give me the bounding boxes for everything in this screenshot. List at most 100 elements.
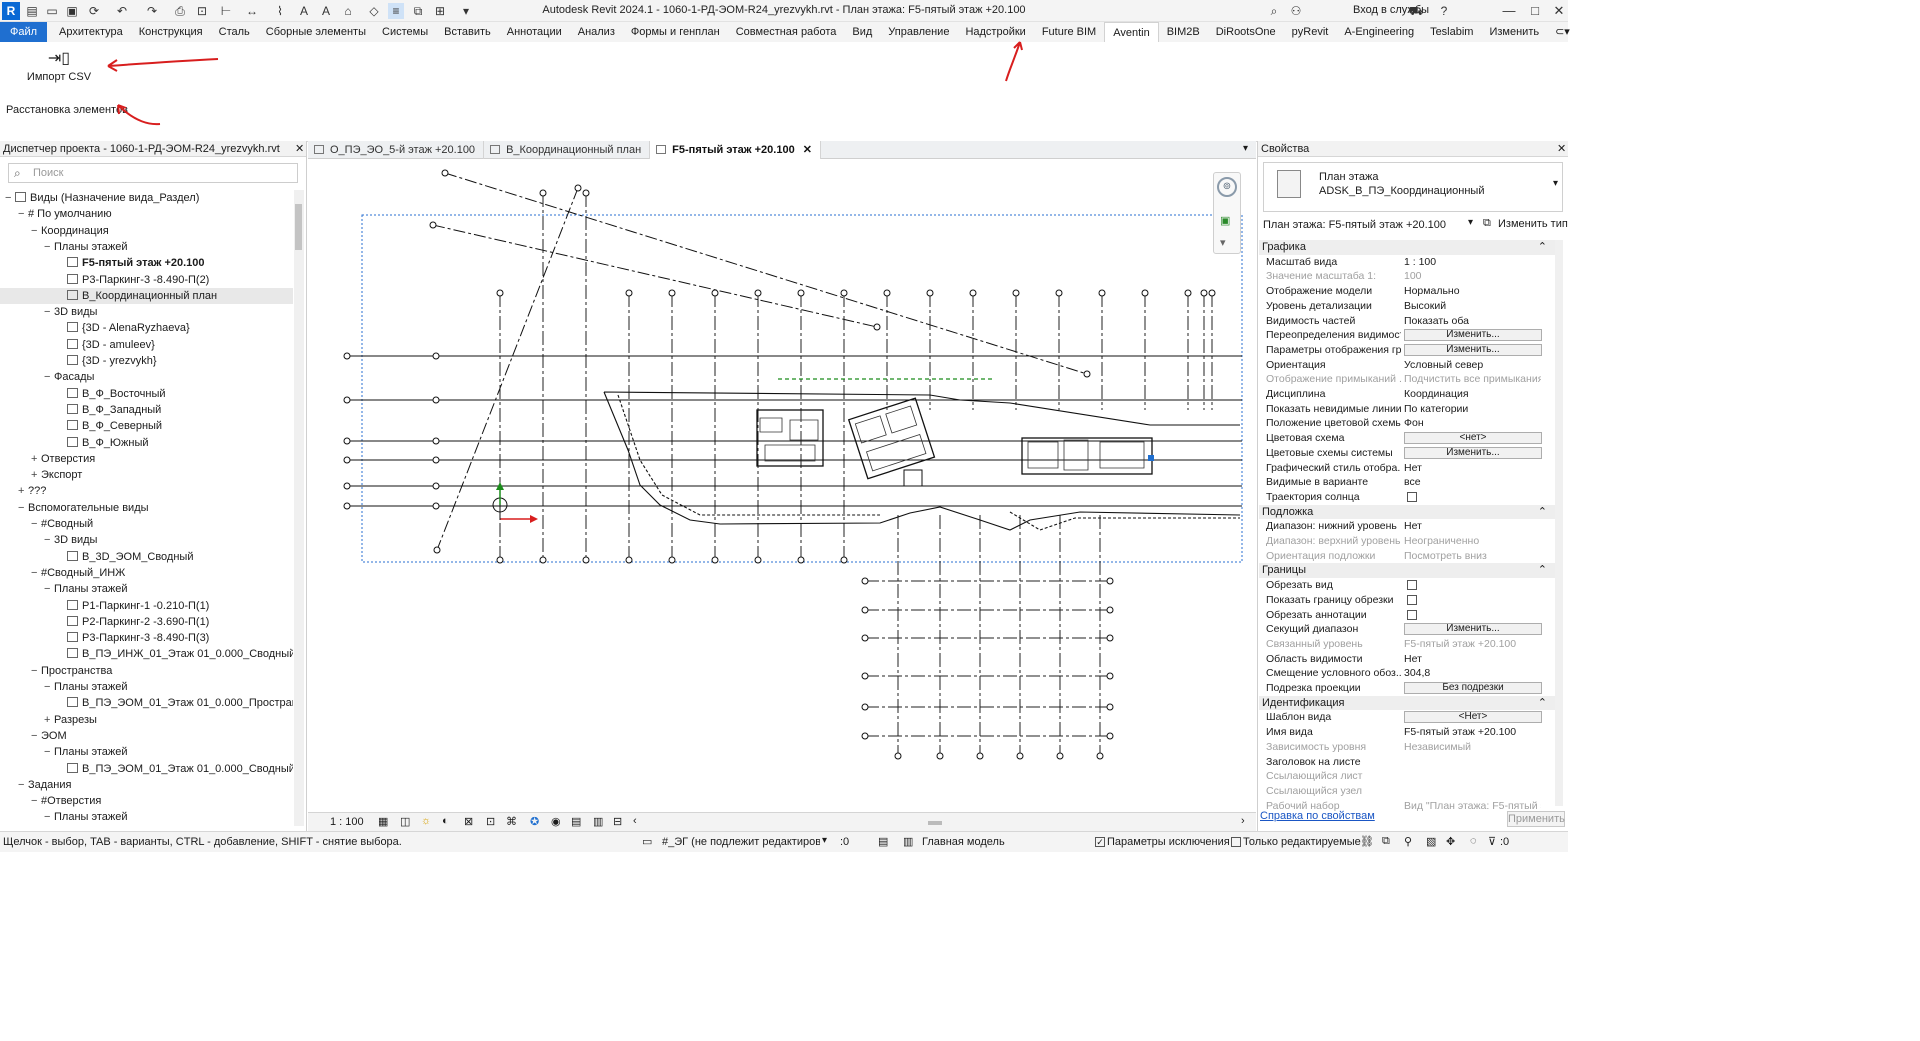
property-value[interactable]: Показать оба — [1404, 314, 1541, 329]
collapse-icon[interactable]: − — [44, 239, 54, 255]
tree-item[interactable]: В_Ф_Восточный — [0, 386, 293, 402]
property-value[interactable]: F5-пятый этаж +20.100 — [1404, 725, 1541, 740]
tree-item[interactable]: − Пространства — [0, 663, 293, 679]
properties-scrollbar[interactable] — [1555, 240, 1563, 806]
tree-item[interactable]: + Отверстия — [0, 451, 293, 467]
ribbon-toggle-icon[interactable]: ⊂▾ — [1547, 22, 1578, 42]
tab-pyrevit[interactable]: pyRevit — [1284, 22, 1337, 42]
tree-item[interactable]: − #Отверстия — [0, 793, 293, 809]
tree-item[interactable]: − ЭОМ — [0, 728, 293, 744]
steering-wheel-icon[interactable]: ⊚ — [1217, 177, 1237, 197]
tree-item[interactable]: В_Координационный план — [0, 287, 293, 304]
tree-item[interactable]: Р1-Паркинг-1 -0.210-П(1) — [0, 598, 293, 614]
detail-level-icon[interactable]: ▦ — [378, 815, 388, 828]
tree-item[interactable]: − #Сводный — [0, 516, 293, 532]
tab-a-engineering[interactable]: A-Engineering — [1336, 22, 1422, 42]
tree-item[interactable]: Р2-Паркинг-2 -3.690-П(1) — [0, 614, 293, 630]
qat-dropdown-icon[interactable]: ▾ — [458, 3, 474, 19]
shadows-icon[interactable]: ◐ — [442, 815, 449, 827]
scroll-right-icon[interactable]: › — [1241, 815, 1245, 827]
crop-view-icon[interactable]: ⊠ — [464, 815, 473, 828]
select-pinned-icon[interactable]: ⚲ — [1404, 835, 1412, 848]
tab-bim2b[interactable]: BIM2B — [1159, 22, 1208, 42]
select-by-face-icon[interactable]: ▧ — [1426, 835, 1436, 848]
collapse-icon[interactable]: − — [18, 777, 28, 793]
select-links-icon[interactable]: ⛓ — [1360, 835, 1374, 848]
reveal-hidden-icon[interactable]: ◉ — [551, 815, 561, 828]
visual-style-icon[interactable]: ◫ — [400, 815, 410, 828]
doc-tab-1[interactable]: О_ПЭ_ЭО_5-й этаж +20.100 — [308, 141, 485, 159]
expand-icon[interactable]: + — [44, 712, 54, 728]
collapse-icon[interactable]: − — [31, 663, 41, 679]
edit-type-button[interactable]: Изменить тип — [1498, 218, 1568, 230]
print-icon[interactable]: ⎙ — [172, 3, 188, 19]
tree-item[interactable]: − Планы этажей — [0, 239, 293, 255]
tree-item[interactable]: В_Ф_Западный — [0, 402, 293, 418]
text-icon[interactable]: A — [296, 3, 312, 19]
revit-logo-icon[interactable]: R — [2, 2, 20, 20]
home-view-icon[interactable]: ⌂ — [340, 3, 356, 19]
tree-item[interactable]: Р3-Паркинг-3 -8.490-П(2) — [0, 272, 293, 288]
instance-dropdown-icon[interactable]: ▾ — [1468, 217, 1473, 228]
property-checkbox[interactable] — [1407, 580, 1417, 591]
select-underlay-icon[interactable]: ⧉ — [1382, 835, 1390, 848]
active-workset[interactable]: #_ЭГ (не подлежит редактировани — [662, 836, 820, 848]
property-value[interactable]: 1 : 100 — [1404, 255, 1541, 270]
property-button[interactable]: Изменить... — [1404, 329, 1542, 342]
tree-item[interactable]: − Фасады — [0, 369, 293, 385]
tree-item[interactable]: Р3-Паркинг-3 -8.490-П(3) — [0, 630, 293, 646]
property-button[interactable]: <нет> — [1404, 432, 1542, 445]
scroll-left-icon[interactable]: ‹ — [633, 815, 637, 827]
collapse-category-icon[interactable]: ⌃ — [1538, 563, 1547, 578]
thin-lines-icon[interactable]: ≡ — [388, 3, 404, 19]
text-icon-2[interactable]: A — [318, 3, 334, 19]
collapse-icon[interactable]: − — [44, 369, 54, 385]
tree-item[interactable]: + Разрезы — [0, 712, 293, 728]
search-help-icon[interactable]: ⌕ — [1266, 3, 1282, 19]
tree-item[interactable]: В_ПЭ_ЭОМ_01_Этаж 01_0.000_Пространства — [0, 695, 293, 711]
editable-only-checkbox[interactable] — [1231, 837, 1241, 847]
collapse-category-icon[interactable]: ⌃ — [1538, 696, 1547, 711]
tree-item[interactable]: − Координация — [0, 223, 293, 239]
property-category[interactable]: Подложка ⌃ — [1259, 504, 1555, 520]
property-category[interactable]: Идентификация ⌃ — [1259, 695, 1555, 711]
browser-scroll-thumb[interactable] — [295, 204, 302, 250]
analytical-icon[interactable]: ⊟ — [613, 815, 622, 828]
main-model[interactable]: Главная модель — [922, 836, 1005, 848]
tab-dirootsone[interactable]: DiRootsOne — [1208, 22, 1284, 42]
collapse-icon[interactable]: − — [44, 304, 54, 320]
close-hidden-icon[interactable]: ⧉ — [410, 3, 426, 19]
property-value[interactable]: Нет — [1404, 652, 1541, 667]
section-icon[interactable]: ◇ — [366, 3, 382, 19]
close-tab-icon[interactable]: ✕ — [803, 144, 812, 156]
filter-icon[interactable]: ⊽ — [1488, 835, 1496, 848]
temp-hide-icon[interactable]: ✪ — [530, 815, 539, 828]
property-value[interactable]: Условный север — [1404, 358, 1541, 373]
browser-scrollbar[interactable] — [294, 190, 304, 826]
tree-item[interactable]: В_ПЭ_ИНЖ_01_Этаж 01_0.000_Сводный — [0, 646, 293, 662]
redo-icon[interactable]: ↷ — [144, 3, 160, 19]
cart-icon[interactable]: ⛟ — [1408, 3, 1424, 19]
user-icon[interactable]: ⚇ — [1288, 3, 1304, 19]
open-icon[interactable]: ▤ — [24, 3, 40, 19]
collapse-icon[interactable]: − — [5, 190, 15, 206]
worksharing-icon[interactable]: ▤ — [571, 815, 581, 828]
collapse-icon[interactable]: − — [18, 500, 28, 516]
close-button[interactable]: ✕ — [1546, 2, 1572, 20]
property-value[interactable]: Высокий — [1404, 299, 1541, 314]
expand-icon[interactable]: + — [31, 467, 41, 483]
property-button[interactable]: <Нет> — [1404, 711, 1542, 724]
collapse-icon[interactable]: − — [31, 728, 41, 744]
collapse-icon[interactable]: − — [31, 565, 41, 581]
expand-icon[interactable]: + — [31, 451, 41, 467]
design-options-icon[interactable]: ▤ — [878, 835, 888, 848]
tree-item[interactable]: − Вспомогательные виды — [0, 500, 293, 516]
tree-item[interactable]: {3D - yrezvykh} — [0, 353, 293, 369]
apply-button[interactable]: Применить — [1507, 811, 1565, 827]
doc-tab-2[interactable]: В_Координационный план — [484, 141, 651, 159]
close-properties-icon[interactable]: ✕ — [1557, 142, 1566, 155]
tree-item[interactable]: +??? — [0, 483, 293, 499]
zoom-icon[interactable]: ▣ — [1220, 214, 1230, 227]
property-value[interactable]: По категории — [1404, 402, 1541, 417]
property-category[interactable]: Графика ⌃ — [1259, 240, 1555, 255]
